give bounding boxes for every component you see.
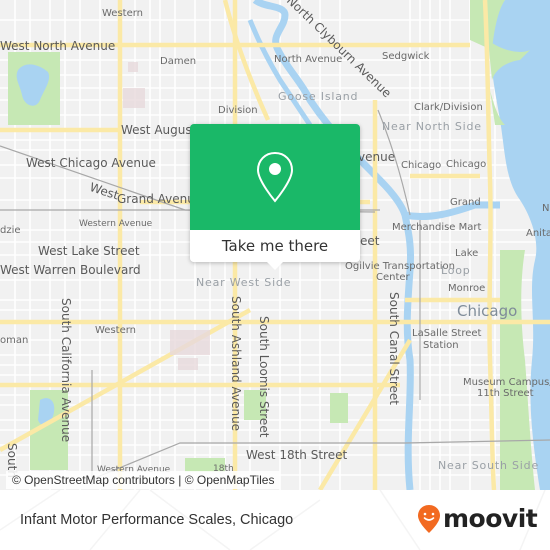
moovit-pin-icon <box>418 505 440 533</box>
label-monroe: Monroe <box>448 283 486 294</box>
label-damen: Damen <box>160 56 197 67</box>
label-south-canal-street: South Canal Street <box>387 292 401 405</box>
map[interactable]: Western West North Avenue Damen North Av… <box>0 0 550 490</box>
label-western-south: Western <box>95 325 137 336</box>
label-western-north: Western <box>102 8 144 19</box>
place-title: Infant Motor Performance Scales, Chicago <box>20 512 294 528</box>
location-popup: Take me there <box>190 124 360 270</box>
label-west-warren-boulevard: West Warren Boulevard <box>0 263 141 277</box>
label-chicago-city: Chicago <box>457 302 518 320</box>
label-west-north-avenue: West North Avenue <box>0 39 116 53</box>
map-attribution[interactable]: © OpenStreetMap contributors | © OpenMap… <box>6 471 281 489</box>
label-navy-pier-partial: Na <box>542 203 550 214</box>
label-south-loomis-street: South Loomis Street <box>257 316 271 438</box>
label-chicago-station-1: Chicago <box>401 160 442 171</box>
popup-tail <box>267 262 283 270</box>
label-lake: Lake <box>455 248 479 259</box>
moovit-logo[interactable]: moovit <box>417 504 538 534</box>
label-lasalle-2: Station <box>423 340 459 351</box>
label-western-avenue-top: Western Avenue <box>79 219 153 229</box>
label-south-ashland-avenue: South Ashland Avenue <box>229 296 243 432</box>
label-grand: Grand <box>450 197 481 208</box>
map-pin-icon <box>256 151 294 203</box>
label-roman-partial: oman <box>0 335 29 346</box>
label-street-partial: eet <box>360 234 380 248</box>
label-sedgwick: Sedgwick <box>382 51 430 62</box>
popup-header <box>190 124 360 230</box>
label-west-lake-street: West Lake Street <box>38 244 140 258</box>
label-loop: Loop <box>441 264 471 277</box>
label-goose-island: Goose Island <box>278 90 359 103</box>
label-west-18th-street: West 18th Street <box>246 448 348 462</box>
label-north-avenue: North Avenue <box>274 54 343 65</box>
moovit-wordmark: moovit <box>443 504 538 533</box>
label-avenue-partial: venue <box>358 150 396 164</box>
label-anita: Anita <box>526 228 550 239</box>
label-near-west-side: Near West Side <box>196 276 292 289</box>
label-south-california-avenue: South California Avenue <box>59 298 73 443</box>
label-lasalle-1: LaSalle Street <box>412 328 482 339</box>
label-ogilvie-2: Center <box>376 272 410 283</box>
label-merchandise-mart: Merchandise Mart <box>392 222 482 233</box>
take-me-there-button[interactable]: Take me there <box>190 230 360 262</box>
label-museum-campus-2: 11th Street <box>477 388 534 399</box>
label-chicago-station-2: Chicago <box>446 159 487 170</box>
label-near-north-side: Near North Side <box>382 120 482 133</box>
label-near-south-side: Near South Side <box>438 459 540 472</box>
label-kedzie-partial: dzie <box>0 225 21 236</box>
label-west-chicago-avenue: West Chicago Avenue <box>26 156 156 170</box>
label-division: Division <box>218 105 258 116</box>
footer: Infant Motor Performance Scales, Chicago… <box>0 490 550 550</box>
label-clark-division: Clark/Division <box>414 102 483 113</box>
